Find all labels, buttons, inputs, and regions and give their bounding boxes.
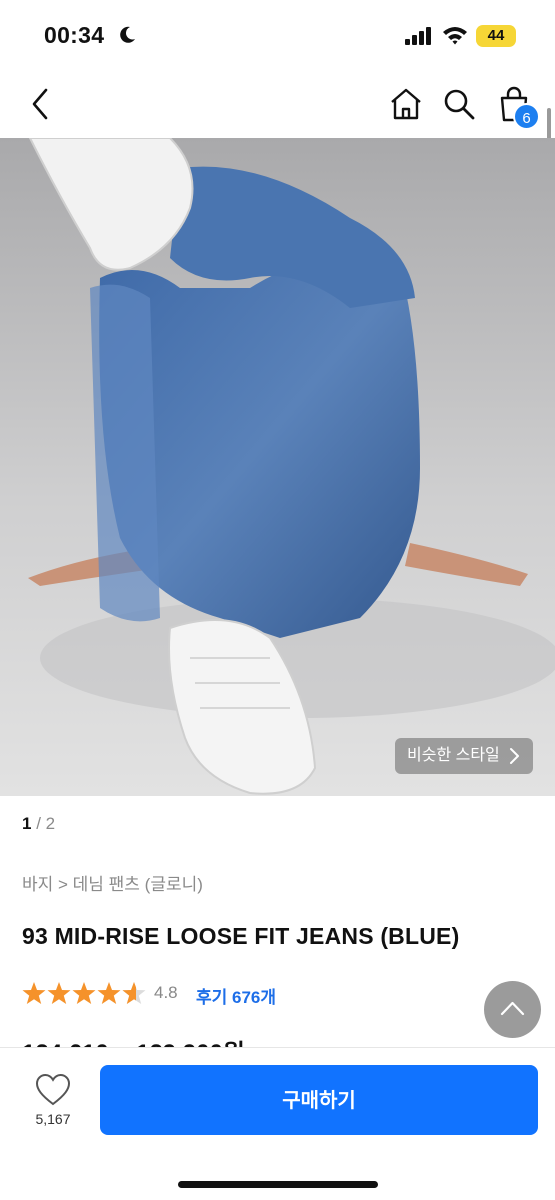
moon-icon (120, 26, 135, 43)
pager-total: 2 (45, 814, 56, 833)
star-icon (97, 982, 121, 1004)
review-count-link[interactable]: 후기 676개 (196, 983, 276, 1008)
scroll-to-top-button[interactable] (484, 981, 541, 1038)
star-rating (22, 982, 146, 1004)
buy-button[interactable]: 구매하기 (100, 1065, 538, 1135)
cart-count-badge: 6 (513, 103, 540, 130)
product-photo (0, 138, 555, 796)
status-bar: 00:34 44 (0, 0, 555, 70)
heart-icon[interactable] (35, 1073, 71, 1107)
battery-indicator: 44 (476, 25, 516, 47)
search-icon[interactable] (441, 86, 477, 122)
wifi-icon (443, 27, 467, 45)
image-pager: 1 / 2 (22, 814, 55, 834)
battery-level: 44 (487, 27, 505, 44)
home-indicator (178, 1181, 378, 1188)
status-time: 00:34 (44, 22, 105, 48)
breadcrumb[interactable]: 바지 > 데님 팬츠 (글로니) (22, 870, 203, 895)
back-icon[interactable] (26, 86, 56, 122)
chevron-up-icon (500, 1001, 525, 1016)
star-icon (72, 982, 96, 1004)
product-title: 93 MID-RISE LOOSE FIT JEANS (BLUE) (22, 923, 460, 949)
star-icon (22, 982, 46, 1004)
chevron-right-icon (510, 748, 519, 764)
like-count: 5,167 (35, 1111, 71, 1127)
product-image[interactable] (0, 138, 555, 796)
similar-style-label: 비슷한 스타일 (407, 747, 500, 764)
rating-value: 4.8 (154, 983, 178, 1002)
star-icon (47, 982, 71, 1004)
pager-separator: / (31, 814, 46, 833)
nav-bar (0, 70, 555, 138)
signal-icon (405, 27, 431, 45)
home-icon[interactable] (388, 86, 424, 122)
